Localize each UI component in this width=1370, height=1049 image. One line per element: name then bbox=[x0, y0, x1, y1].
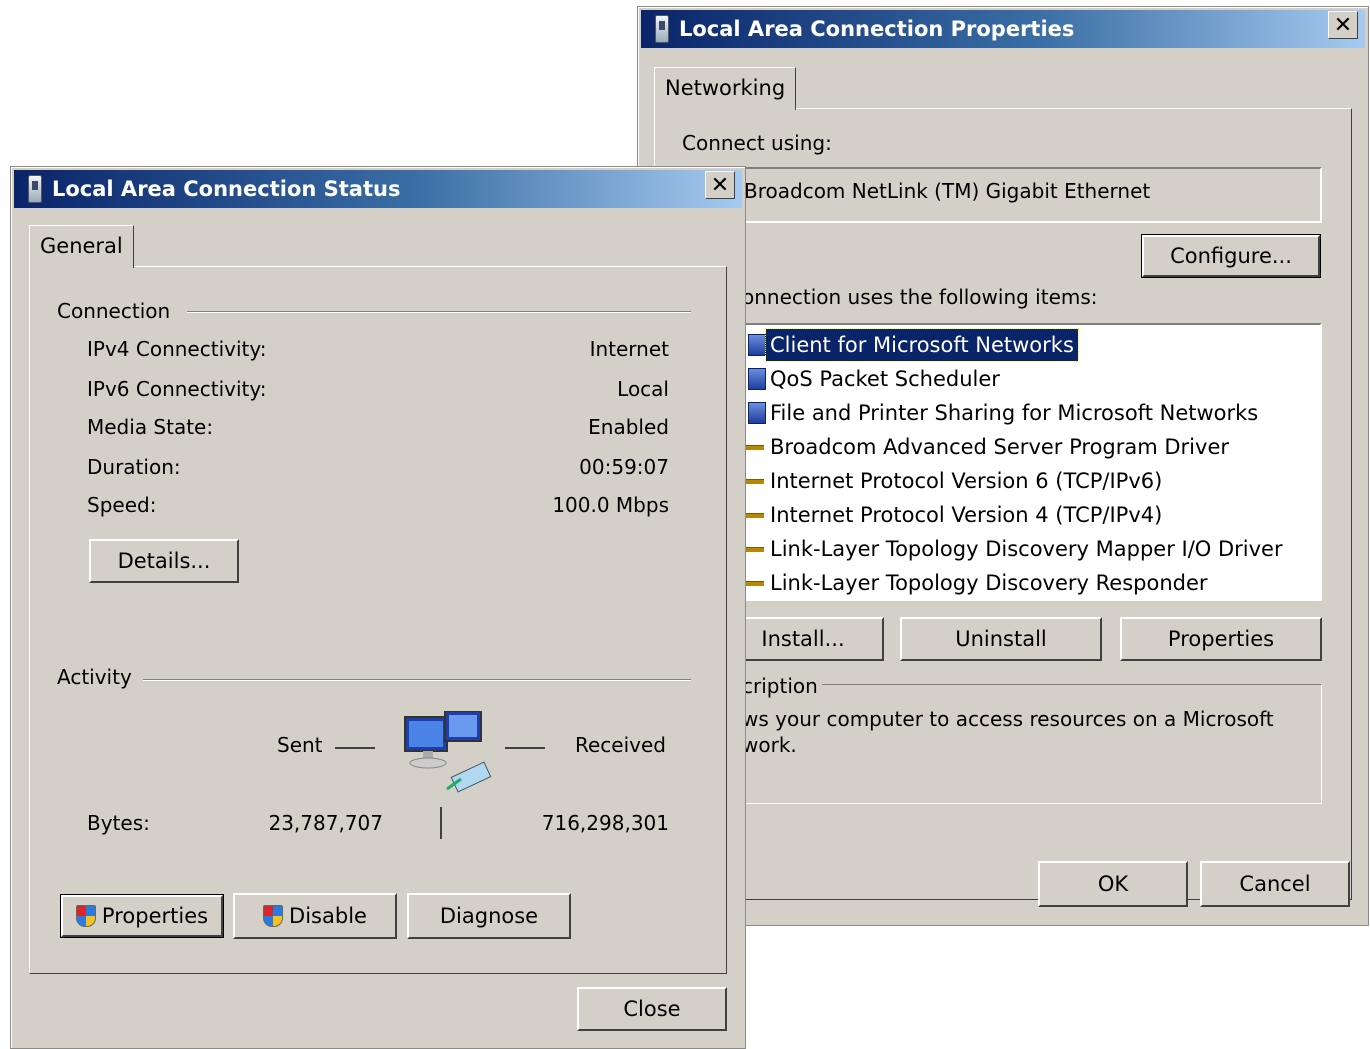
properties-dialog: Local Area Connection Properties ✕ Netwo… bbox=[637, 6, 1369, 926]
status-title: Local Area Connection Status bbox=[52, 177, 401, 201]
connection-properties-button[interactable]: Properties bbox=[60, 894, 224, 938]
network-activity-icon bbox=[404, 711, 492, 793]
connection-row-value: Local bbox=[617, 377, 669, 401]
ok-button[interactable]: OK bbox=[1038, 861, 1188, 907]
properties-title: Local Area Connection Properties bbox=[679, 17, 1075, 41]
network-connection-icon bbox=[28, 175, 42, 203]
connection-row-value: Enabled bbox=[588, 415, 669, 439]
disable-button-label: Disable bbox=[289, 904, 367, 928]
general-panel bbox=[29, 266, 727, 974]
list-item-label: Broadcom Advanced Server Program Driver bbox=[770, 435, 1229, 459]
activity-group-line bbox=[143, 679, 691, 681]
items-label: onnection uses the following items: bbox=[742, 285, 1098, 309]
bytes-sent: 23,787,707 bbox=[268, 811, 383, 835]
tab-general-label: General bbox=[40, 234, 123, 258]
list-item-label: Internet Protocol Version 6 (TCP/IPv6) bbox=[770, 469, 1163, 493]
list-item-label: Internet Protocol Version 4 (TCP/IPv4) bbox=[770, 503, 1163, 527]
network-client-icon bbox=[748, 334, 766, 356]
connection-row-value: Internet bbox=[589, 337, 669, 361]
uninstall-button-label: Uninstall bbox=[955, 627, 1047, 651]
protocol-icon bbox=[744, 445, 764, 450]
connection-row-label: IPv6 Connectivity: bbox=[87, 377, 267, 401]
cancel-button-label: Cancel bbox=[1239, 872, 1311, 896]
connection-row-label: Media State: bbox=[87, 415, 214, 439]
ok-button-label: OK bbox=[1097, 872, 1129, 896]
protocol-icon bbox=[744, 479, 764, 484]
description-line-2: work. bbox=[742, 733, 797, 757]
activity-group-label: Activity bbox=[57, 665, 132, 689]
network-client-icon bbox=[748, 368, 766, 390]
bytes-divider bbox=[440, 807, 442, 839]
list-item-label: File and Printer Sharing for Microsoft N… bbox=[770, 401, 1259, 425]
connection-group-label: Connection bbox=[57, 299, 171, 323]
diagnose-button[interactable]: Diagnose bbox=[407, 893, 571, 939]
configure-button[interactable]: Configure... bbox=[1141, 234, 1321, 278]
properties-close-button[interactable]: ✕ bbox=[1328, 11, 1358, 39]
connection-properties-button-label: Properties bbox=[101, 904, 209, 928]
protocol-icon bbox=[744, 513, 764, 518]
status-close-x-button[interactable]: ✕ bbox=[705, 171, 735, 199]
items-list: Client for Microsoft Networks QoS Packet … bbox=[742, 328, 1320, 599]
connection-group-line bbox=[187, 311, 691, 313]
cancel-button[interactable]: Cancel bbox=[1200, 861, 1350, 907]
received-label: Received bbox=[575, 733, 666, 757]
close-button-label: Close bbox=[623, 997, 681, 1021]
list-item-label: Link-Layer Topology Discovery Responder bbox=[770, 571, 1208, 595]
connection-row-value: 100.0 Mbps bbox=[552, 493, 669, 517]
status-titlebar[interactable]: Local Area Connection Status bbox=[14, 170, 742, 208]
items-listbox[interactable]: Client for Microsoft Networks QoS Packet … bbox=[682, 323, 1322, 601]
uac-shield-icon bbox=[263, 905, 284, 927]
sent-label: Sent bbox=[277, 733, 323, 757]
network-client-icon bbox=[748, 402, 766, 424]
tab-networking[interactable]: Networking bbox=[654, 67, 797, 110]
list-item-label: Client for Microsoft Networks bbox=[765, 328, 1079, 362]
details-button-label: Details... bbox=[117, 549, 211, 573]
connection-row-value: 00:59:07 bbox=[579, 455, 669, 479]
protocol-icon bbox=[744, 581, 764, 586]
description-line-1: ws your computer to access resources on … bbox=[742, 707, 1274, 731]
close-button[interactable]: Close bbox=[577, 987, 727, 1031]
details-button[interactable]: Details... bbox=[89, 539, 239, 583]
tab-general[interactable]: General bbox=[29, 225, 134, 268]
adapter-name-field: Broadcom NetLink (TM) Gigabit Ethernet bbox=[682, 167, 1322, 223]
uninstall-button[interactable]: Uninstall bbox=[900, 617, 1102, 661]
received-line bbox=[505, 747, 545, 749]
connection-row-label: Speed: bbox=[87, 493, 157, 517]
list-item-label: QoS Packet Scheduler bbox=[770, 367, 1000, 391]
install-button-label: Install... bbox=[761, 627, 845, 651]
tab-networking-label: Networking bbox=[665, 76, 786, 100]
diagnose-button-label: Diagnose bbox=[439, 904, 539, 928]
disable-button[interactable]: Disable bbox=[233, 893, 397, 939]
adapter-name: Broadcom NetLink (TM) Gigabit Ethernet bbox=[744, 179, 1151, 203]
connect-using-label: Connect using: bbox=[682, 131, 832, 155]
close-icon: ✕ bbox=[1333, 13, 1353, 38]
item-properties-button-label: Properties bbox=[1167, 627, 1275, 651]
bytes-label: Bytes: bbox=[87, 811, 150, 835]
status-dialog: Local Area Connection Status ✕ General C… bbox=[10, 166, 746, 1049]
description-group-label: cription bbox=[742, 674, 822, 698]
connection-row-label: Duration: bbox=[87, 455, 181, 479]
network-connection-icon bbox=[655, 15, 669, 43]
configure-button-label: Configure... bbox=[1170, 244, 1292, 268]
sent-line bbox=[335, 747, 375, 749]
list-item-label: Link-Layer Topology Discovery Mapper I/O… bbox=[770, 537, 1283, 561]
connection-row-label: IPv4 Connectivity: bbox=[87, 337, 267, 361]
uac-shield-icon bbox=[75, 905, 96, 927]
bytes-received: 716,298,301 bbox=[541, 811, 669, 835]
properties-titlebar[interactable]: Local Area Connection Properties bbox=[641, 10, 1365, 48]
protocol-icon bbox=[744, 547, 764, 552]
close-icon: ✕ bbox=[710, 173, 730, 198]
item-properties-button[interactable]: Properties bbox=[1120, 617, 1322, 661]
